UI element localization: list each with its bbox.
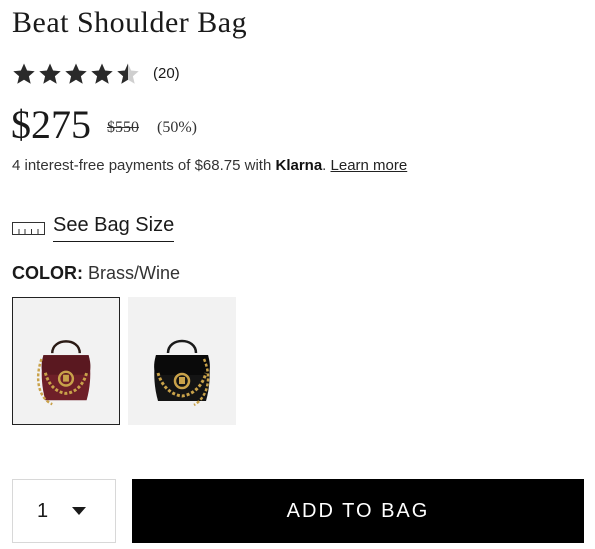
klarna-text: 4 interest-free payments of $68.75 with [12, 157, 276, 174]
see-bag-size-label[interactable]: See Bag Size [53, 214, 175, 242]
star-icon [13, 63, 35, 84]
ruler-icon [12, 221, 45, 235]
chevron-down-icon [72, 507, 87, 515]
selected-color-name: Brass/Wine [88, 263, 181, 283]
bag-black-image [154, 339, 210, 407]
add-to-bag-button[interactable]: ADD TO BAG [132, 479, 584, 543]
klarna-brand: Klarna [275, 157, 323, 174]
bag-wine-image [37, 340, 91, 406]
color-swatch-brass-black[interactable] [128, 297, 236, 425]
klarna-separator: . [322, 157, 327, 174]
star-icon [39, 63, 61, 84]
see-bag-size-link[interactable]: See Bag Size [12, 212, 175, 244]
color-swatch-brass-wine[interactable] [12, 297, 120, 425]
color-selection: COLOR: Brass/Wine [12, 263, 180, 284]
rating-count[interactable]: (20) [153, 65, 180, 82]
original-price: $550 [107, 119, 139, 136]
sale-price: $275 [11, 102, 91, 147]
klarna-payment-info: 4 interest-free payments of $68.75 with … [12, 157, 407, 174]
color-label: COLOR: [12, 263, 83, 283]
star-icon [91, 63, 113, 84]
half-star-icon [117, 63, 139, 84]
star-icon [65, 63, 87, 84]
discount-percent: (50%) [157, 119, 197, 136]
klarna-learn-more-link[interactable]: Learn more [331, 157, 408, 174]
quantity-select[interactable]: 1 [12, 479, 116, 543]
rating-stars[interactable] [12, 62, 140, 86]
product-title: Beat Shoulder Bag [12, 6, 248, 39]
quantity-value: 1 [37, 499, 49, 522]
